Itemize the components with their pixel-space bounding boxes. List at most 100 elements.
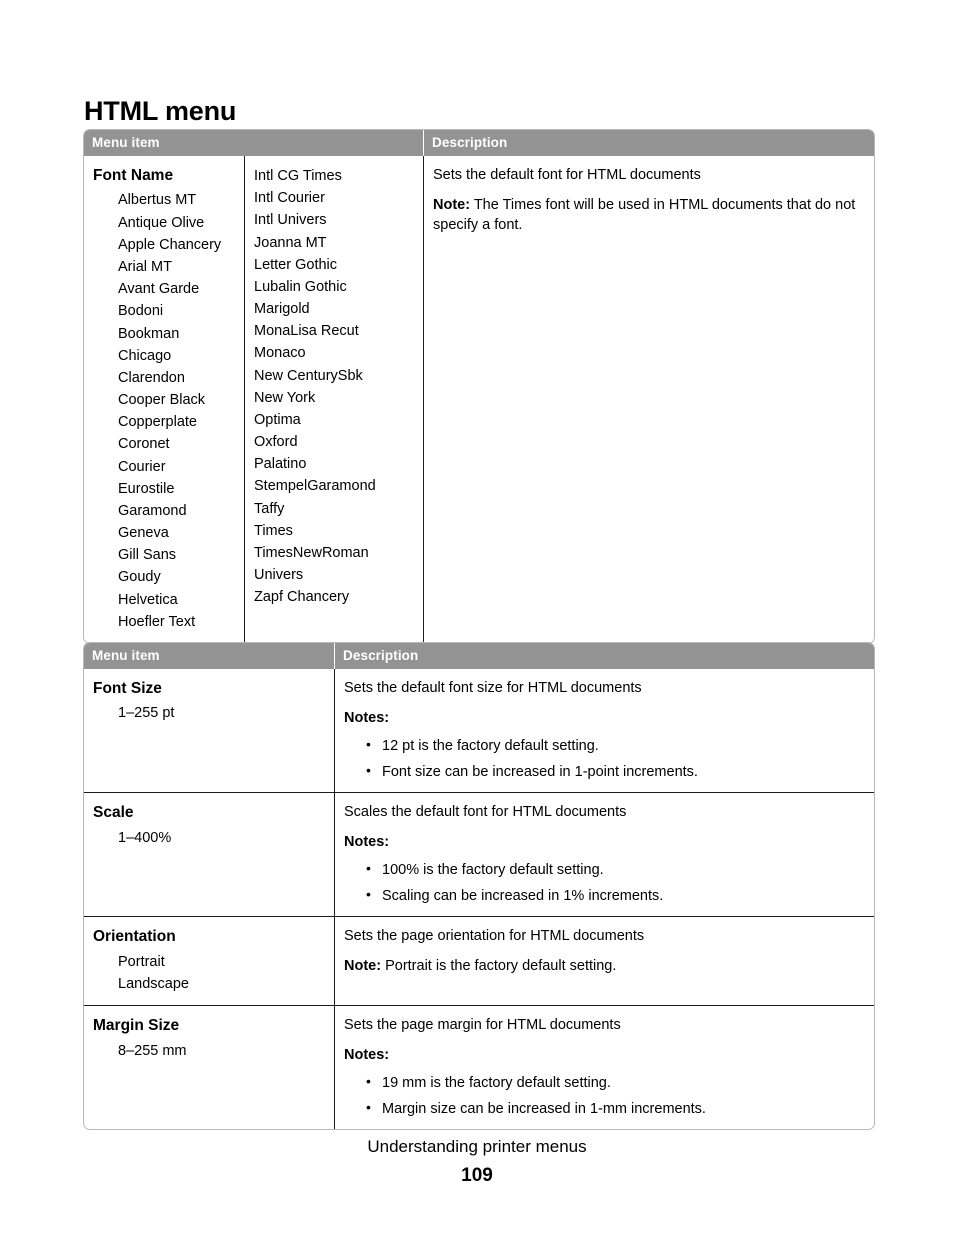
font-name-item: Palatino (254, 456, 307, 473)
font-name-item: Oxford (254, 434, 298, 451)
font-name-item: Arial MT (118, 258, 172, 275)
notes-label: Notes: (344, 1046, 390, 1063)
font-name-item: Taffy (254, 500, 285, 517)
font-name-item: StempelGaramond (254, 478, 376, 495)
font-name-item: Apple Chancery (118, 236, 222, 253)
font-name-item: Hoefler Text (118, 613, 196, 630)
font-name-item: Goudy (118, 569, 161, 586)
font-name-item: Intl Courier (254, 190, 325, 207)
font-name-item: Clarendon (118, 369, 185, 386)
column-header-menu-item: Menu item (84, 643, 334, 669)
description-text: Sets the page orientation for HTML docum… (344, 928, 645, 945)
font-name-table: Menu item Description Font Name Albertus… (83, 129, 875, 644)
column-header-menu-item: Menu item (84, 130, 423, 156)
font-name-item: Bookman (118, 325, 180, 342)
table-row: Font Name Albertus MT Antique Olive Apple … (84, 156, 874, 643)
font-name-item: Univers (254, 567, 304, 584)
menu-value-item: 1–400% (118, 829, 172, 846)
cell-menu-item: Scale 1–400% (84, 792, 334, 916)
html-properties-table: Menu item Description Font Size 1–255 pt S… (83, 642, 875, 1131)
notes-list: 19 mm is the factory default setting. Mar… (344, 1072, 865, 1120)
column-header-description: Description (334, 643, 874, 669)
menu-value-item: Portrait (118, 953, 165, 970)
table-header-row: Menu item Description (84, 643, 874, 669)
font-name-item: Letter Gothic (254, 256, 338, 273)
note-item: Scaling can be increased in 1% increment… (366, 885, 865, 906)
font-name-item: Coronet (118, 436, 170, 453)
note-item: Font size can be increased in 1-point in… (366, 761, 865, 782)
menu-value-item: 8–255 mm (118, 1042, 187, 1059)
properties-table-body: Font Size 1–255 pt Sets the default font s… (84, 669, 874, 1130)
font-name-item: Garamond (118, 502, 187, 519)
font-name-item: Copperplate (118, 414, 197, 431)
note-item: 100% is the factory default setting. (366, 859, 865, 880)
cell-description-font-name: Sets the default font for HTML documents… (423, 156, 874, 643)
menu-value-list: Portrait Landscape (93, 951, 325, 995)
note-item: 19 mm is the factory default setting. (366, 1072, 865, 1093)
table-row: Orientation Portrait Landscape Sets the pag… (84, 916, 874, 1006)
font-name-item: Courier (118, 458, 166, 475)
cell-description: Sets the page margin for HTML documents N… (334, 1005, 874, 1130)
cell-description: Sets the default font size for HTML docu… (334, 669, 874, 793)
font-name-item: Avant Garde (118, 281, 200, 298)
column-header-description: Description (423, 130, 874, 156)
font-name-item: TimesNewRoman (254, 544, 369, 561)
font-name-item: Eurostile (118, 480, 175, 497)
font-name-item: Cooper Black (118, 392, 206, 409)
note-text: The Times font will be used in HTML docu… (433, 196, 856, 234)
font-name-item: Albertus MT (118, 192, 197, 209)
menu-item-title: Orientation (93, 928, 176, 946)
cell-menu-item: Orientation Portrait Landscape (84, 916, 334, 1005)
font-name-item: Intl Univers (254, 212, 327, 229)
font-name-item: Helvetica (118, 591, 178, 608)
description-text: Scales the default font for HTML documen… (344, 804, 627, 821)
note-text: Portrait is the factory default setting. (381, 957, 617, 974)
cell-description: Scales the default font for HTML documen… (334, 792, 874, 917)
font-name-item: Geneva (118, 525, 169, 542)
table-row: Font Size 1–255 pt Sets the default font s… (84, 669, 874, 793)
description-note: Note: The Times font will be used in HTM… (433, 195, 865, 236)
font-name-item: Joanna MT (254, 234, 327, 251)
description-text: Sets the default font size for HTML docu… (344, 680, 642, 696)
font-list-column-2: Intl CG Times Intl Courier Intl Univers Joa… (254, 165, 414, 608)
font-name-item: New CenturySbk (254, 367, 363, 384)
notes-label: Notes: (344, 709, 390, 726)
notes-list: 100% is the factory default setting. Scal… (344, 859, 865, 907)
table-row: Scale 1–400% Scales the default font for H… (84, 792, 874, 917)
font-name-item: Times (254, 522, 293, 539)
font-name-item: Lubalin Gothic (254, 278, 347, 295)
footer-section-title: Understanding printer menus (367, 1137, 587, 1156)
menu-value-list: 8–255 mm (93, 1040, 325, 1062)
notes-list: 12 pt is the factory default setting. Fon… (344, 735, 865, 783)
menu-value-item: 1–255 pt (118, 705, 175, 722)
cell-menu-item: Margin Size 8–255 mm (84, 1005, 334, 1129)
font-name-item: Marigold (254, 301, 310, 318)
font-name-item: Antique Olive (118, 214, 205, 231)
table-row: Margin Size 8–255 mm Sets the page margin … (84, 1005, 874, 1130)
description-note: Note: Portrait is the factory default se… (344, 956, 865, 977)
footer-page-number: 109 (461, 1165, 493, 1187)
font-name-item: Intl CG Times (254, 168, 342, 184)
menu-value-list: 1–400% (93, 827, 325, 849)
font-name-item: Optima (254, 411, 301, 428)
cell-menu-item-font-name: Font Name Albertus MT Antique Olive Apple … (84, 156, 244, 643)
description-text: Sets the default font for HTML documents (433, 167, 701, 183)
font-name-item: New York (254, 389, 316, 406)
note-label: Note: (344, 957, 382, 974)
font-name-item: Chicago (118, 347, 172, 364)
note-item: 12 pt is the factory default setting. (366, 735, 865, 756)
page-footer: Understanding printer menus 109 (0, 1136, 954, 1189)
cell-font-list-column-2: Intl CG Times Intl Courier Intl Univers Joa… (244, 156, 423, 643)
menu-item-title: Margin Size (93, 1017, 180, 1035)
cell-menu-item: Font Size 1–255 pt (84, 669, 334, 792)
menu-item-title: Font Name (93, 167, 174, 184)
menu-value-list: 1–255 pt (93, 702, 325, 724)
font-name-item: Gill Sans (118, 547, 177, 564)
font-name-item: Zapf Chancery (254, 589, 350, 606)
description-text: Sets the page margin for HTML documents (344, 1017, 621, 1034)
page-title: HTML menu (84, 96, 237, 127)
font-list-column-1: Albertus MT Antique Olive Apple Chancery Ar… (93, 189, 235, 632)
note-item: Margin size can be increased in 1-mm inc… (366, 1098, 865, 1119)
font-name-item: MonaLisa Recut (254, 323, 359, 340)
cell-description: Sets the page orientation for HTML docum… (334, 916, 874, 1006)
